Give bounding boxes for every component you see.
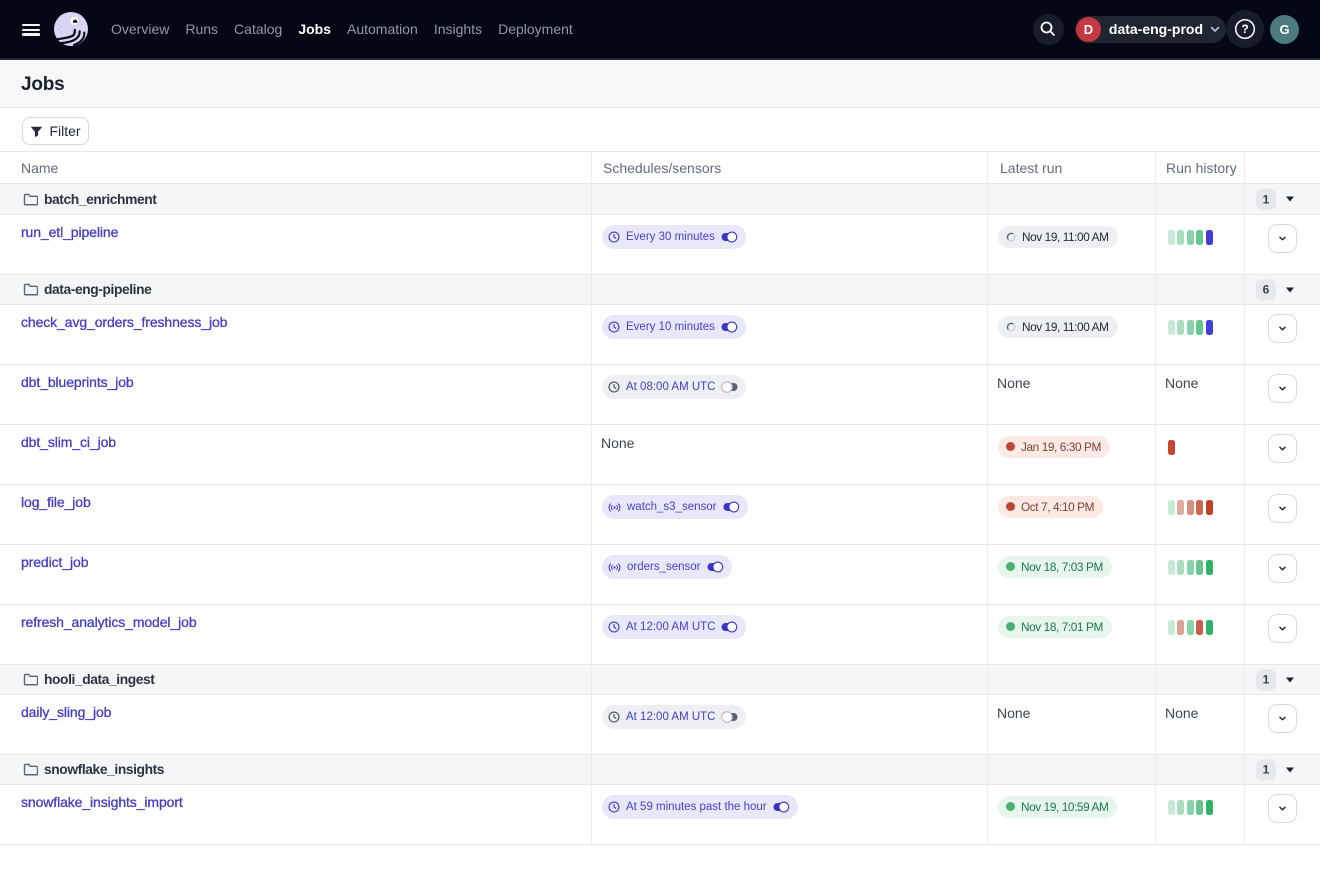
svg-text:?: ? — [1241, 22, 1248, 36]
